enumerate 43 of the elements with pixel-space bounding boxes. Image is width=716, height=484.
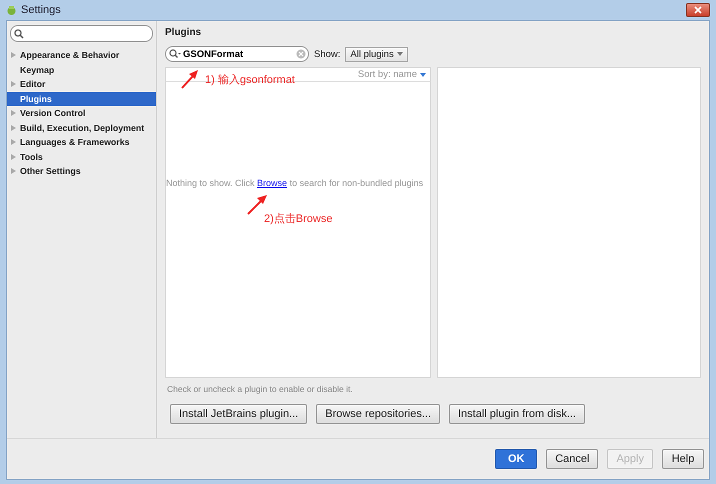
- window-title: Settings: [21, 4, 61, 16]
- expand-arrow-icon[interactable]: [11, 168, 16, 174]
- close-button[interactable]: [686, 3, 710, 17]
- expand-arrow-icon[interactable]: [11, 81, 16, 88]
- expand-arrow-icon[interactable]: [11, 110, 16, 116]
- caret-icon: [420, 72, 426, 76]
- dialog-button[interactable]: Cancel: [546, 449, 598, 469]
- install-button[interactable]: Browse repositories...: [316, 404, 440, 424]
- search-icon: [14, 28, 24, 38]
- close-icon: [694, 6, 702, 14]
- plugin-search-field[interactable]: GSONFormat: [165, 46, 309, 62]
- show-dropdown[interactable]: All plugins: [345, 46, 408, 62]
- caret-icon: [396, 52, 403, 56]
- dialog-button[interactable]: OK: [495, 449, 538, 469]
- tree-item[interactable]: Appearance & Behavior: [7, 48, 156, 62]
- annotation-text: 1) 输入gsonformat: [205, 73, 295, 87]
- browse-link[interactable]: Browse: [257, 178, 288, 188]
- tree-item[interactable]: Other Settings: [7, 164, 156, 178]
- tree-item[interactable]: Languages & Frameworks: [7, 135, 156, 150]
- install-button[interactable]: Install JetBrains plugin...: [170, 404, 308, 424]
- annotation-arrow: [247, 195, 267, 215]
- hint-text: Check or uncheck a plugin to enable or disable it.: [167, 384, 354, 396]
- expand-arrow-icon[interactable]: [11, 139, 16, 146]
- annotation-arrow: [181, 70, 198, 89]
- tree-item[interactable]: Version Control: [7, 106, 156, 120]
- expand-arrow-icon[interactable]: [11, 154, 16, 160]
- tree-item[interactable]: Build, Execution, Deployment: [7, 120, 156, 135]
- search-icon: [169, 49, 181, 59]
- expand-arrow-icon[interactable]: [11, 124, 16, 131]
- section-title: Plugins: [165, 27, 202, 40]
- search-field[interactable]: [10, 25, 153, 42]
- empty-message: Nothing to show. Click Browse to search for non-bundled plugins: [166, 178, 424, 188]
- clear-icon[interactable]: [296, 49, 306, 59]
- annotation-text: 2)点击Browse: [264, 212, 332, 226]
- dialog-button[interactable]: Help: [662, 449, 704, 469]
- app-icon: [6, 4, 17, 16]
- tree-item[interactable]: Plugins: [7, 92, 156, 106]
- expand-arrow-icon[interactable]: [11, 52, 16, 58]
- show-label: Show:: [314, 48, 340, 60]
- tree-item[interactable]: Keymap: [7, 62, 156, 77]
- install-button[interactable]: Install plugin from disk...: [449, 404, 585, 424]
- tree-item[interactable]: Editor: [7, 77, 156, 92]
- tree-item[interactable]: Tools: [7, 150, 156, 164]
